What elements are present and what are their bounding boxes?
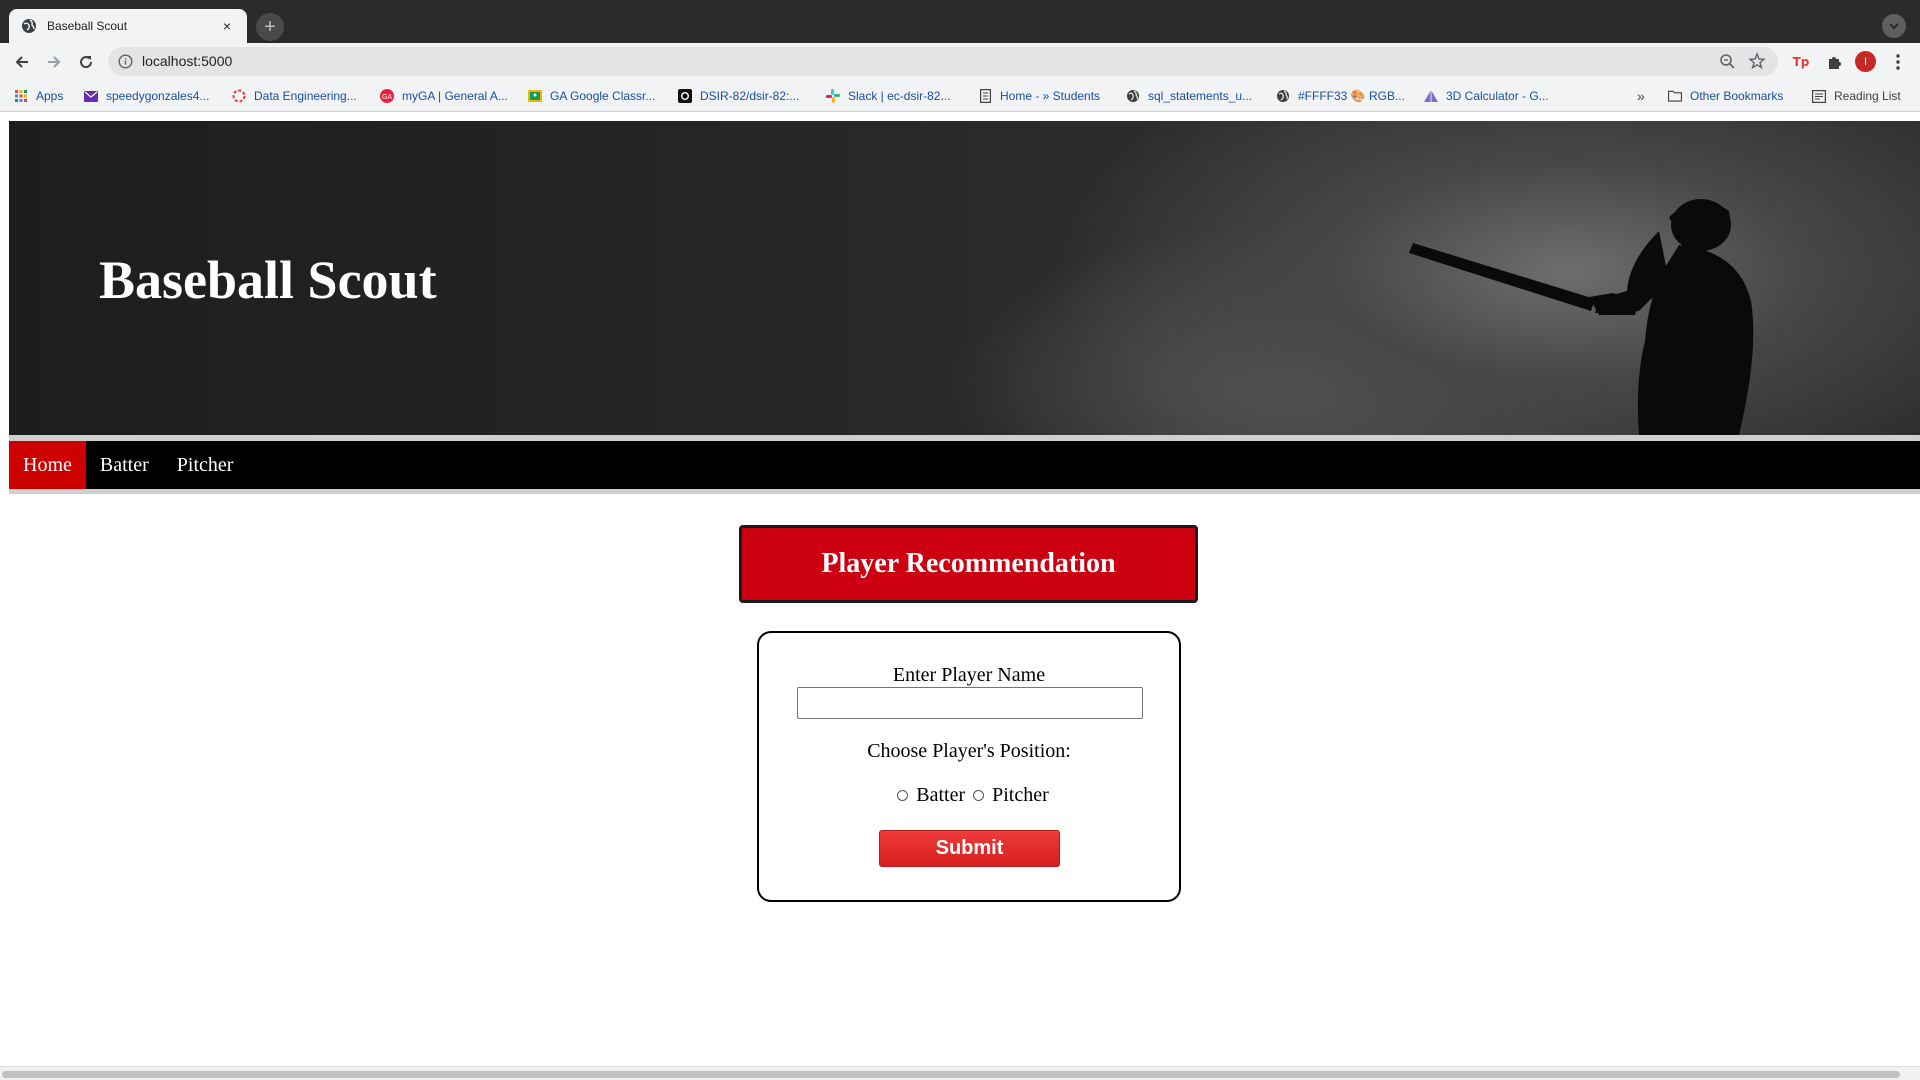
recommendation-title: Player Recommendation: [821, 548, 1116, 579]
folder-icon: [1668, 89, 1682, 103]
bookmark-3d-calculator[interactable]: 3D Calculator - G...: [1424, 87, 1549, 105]
bookmark-myga[interactable]: GA myGA | General A...: [380, 87, 508, 105]
radio-pitcher[interactable]: [973, 790, 985, 801]
batter-silhouette-image: [1409, 199, 1754, 435]
nav-batter[interactable]: Batter: [86, 441, 163, 489]
close-icon[interactable]: ×: [219, 18, 235, 34]
nav-pitcher[interactable]: Pitcher: [163, 441, 248, 489]
more-bookmarks-chevron[interactable]: »: [1637, 87, 1645, 105]
profile-avatar[interactable]: I: [1855, 51, 1876, 72]
github-icon: [678, 89, 692, 103]
bookmark-label: myGA | General A...: [402, 89, 508, 103]
page-viewport: Baseball Scout Home Batter Pitcher Playe…: [0, 112, 1920, 1080]
player-name-label: Enter Player Name: [892, 664, 1046, 686]
player-name-input[interactable]: [797, 687, 1143, 719]
radio-pitcher-label: Pitcher: [992, 784, 1049, 806]
bookmark-apps[interactable]: Apps: [14, 87, 63, 105]
circle-icon: [232, 89, 246, 103]
bookmark-star-icon[interactable]: [1748, 52, 1766, 70]
svg-text:GA: GA: [382, 94, 392, 101]
bookmarks-bar: Apps speedygonzales4... Data Engineering…: [0, 80, 1920, 112]
horizontal-scrollbar[interactable]: [0, 1066, 1920, 1080]
new-tab-button[interactable]: +: [256, 13, 284, 41]
bookmark-label: GA Google Classr...: [550, 89, 656, 103]
globe-icon: [1126, 89, 1140, 103]
bookmark-label: Apps: [36, 89, 64, 103]
globe-icon: [1276, 89, 1290, 103]
forward-arrow-icon[interactable]: [40, 48, 68, 76]
info-icon[interactable]: [118, 54, 133, 69]
globe-icon: [21, 18, 37, 34]
bookmark-github[interactable]: DSIR-82/dsir-82:...: [678, 87, 799, 105]
reading-list[interactable]: Reading List: [1812, 87, 1901, 105]
hero-title: Baseball Scout: [99, 250, 437, 310]
position-label: Choose Player's Position:: [867, 740, 1071, 762]
reload-icon[interactable]: [72, 48, 100, 76]
geogebra-icon: [1424, 89, 1438, 103]
radio-batter[interactable]: [897, 790, 909, 801]
address-bar[interactable]: localhost:5000: [108, 47, 1778, 76]
back-arrow-icon[interactable]: [8, 48, 36, 76]
url-text: localhost:5000: [142, 53, 233, 69]
slack-icon: [826, 89, 840, 103]
bookmark-label: 3D Calculator - G...: [1446, 89, 1549, 103]
tab-search-icon[interactable]: [1882, 14, 1906, 38]
classroom-icon: [528, 89, 542, 103]
recommendation-header: Player Recommendation: [739, 525, 1198, 603]
nav-home[interactable]: Home: [9, 441, 86, 489]
bookmark-label: DSIR-82/dsir-82:...: [700, 89, 800, 103]
main-navbar: Home Batter Pitcher: [9, 441, 1920, 489]
apps-grid-icon: [14, 89, 28, 103]
bookmark-label: speedygonzales4...: [106, 89, 210, 103]
browser-toolbar: localhost:5000 Tp I: [0, 43, 1920, 80]
bookmark-data-engineering[interactable]: Data Engineering...: [232, 87, 357, 105]
bookmark-sql-statements[interactable]: sql_statements_u...: [1126, 87, 1252, 105]
bookmark-ffff33-rgb[interactable]: #FFFF33 🎨 RGB...: [1276, 87, 1405, 105]
bookmark-slack[interactable]: Slack | ec-dsir-82...: [826, 87, 950, 105]
extension-tp-icon[interactable]: Tp: [1791, 52, 1811, 72]
reading-list-icon: [1812, 89, 1826, 103]
browser-tab-bar: Baseball Scout × +: [0, 0, 1920, 43]
radio-batter-label: Batter: [916, 784, 966, 806]
bookmark-label: Other Bookmarks: [1690, 89, 1784, 103]
tab-title: Baseball Scout: [47, 19, 128, 33]
browser-tab[interactable]: Baseball Scout ×: [9, 9, 247, 43]
bookmark-label: Reading List: [1834, 89, 1901, 103]
ga-icon: GA: [380, 89, 394, 103]
hero-banner: Baseball Scout: [9, 121, 1920, 435]
page-icon: [978, 89, 992, 103]
zoom-icon[interactable]: [1719, 53, 1736, 70]
player-form: Enter Player Name Choose Player's Positi…: [757, 631, 1181, 902]
extensions-puzzle-icon[interactable]: [1824, 52, 1844, 72]
bookmark-speedygonzales[interactable]: speedygonzales4...: [84, 87, 209, 105]
bookmark-label: #FFFF33 🎨 RGB...: [1298, 89, 1405, 103]
navbar-divider: [9, 489, 1920, 494]
mail-icon: [84, 89, 98, 103]
scrollbar-thumb[interactable]: [2, 1071, 1900, 1078]
bookmark-label: Slack | ec-dsir-82...: [848, 89, 951, 103]
bookmark-label: Home - » Students: [1000, 89, 1101, 103]
bookmark-home-students[interactable]: Home - » Students: [978, 87, 1100, 105]
bookmark-google-classroom[interactable]: GA Google Classr...: [528, 87, 655, 105]
position-radio-group: Batter Pitcher: [759, 784, 1179, 807]
bookmark-label: sql_statements_u...: [1148, 89, 1253, 103]
submit-button[interactable]: Submit: [879, 830, 1060, 867]
kebab-menu-icon[interactable]: [1888, 52, 1908, 72]
bookmark-label: Data Engineering...: [254, 89, 357, 103]
bookmark-other-bookmarks[interactable]: Other Bookmarks: [1668, 87, 1783, 105]
